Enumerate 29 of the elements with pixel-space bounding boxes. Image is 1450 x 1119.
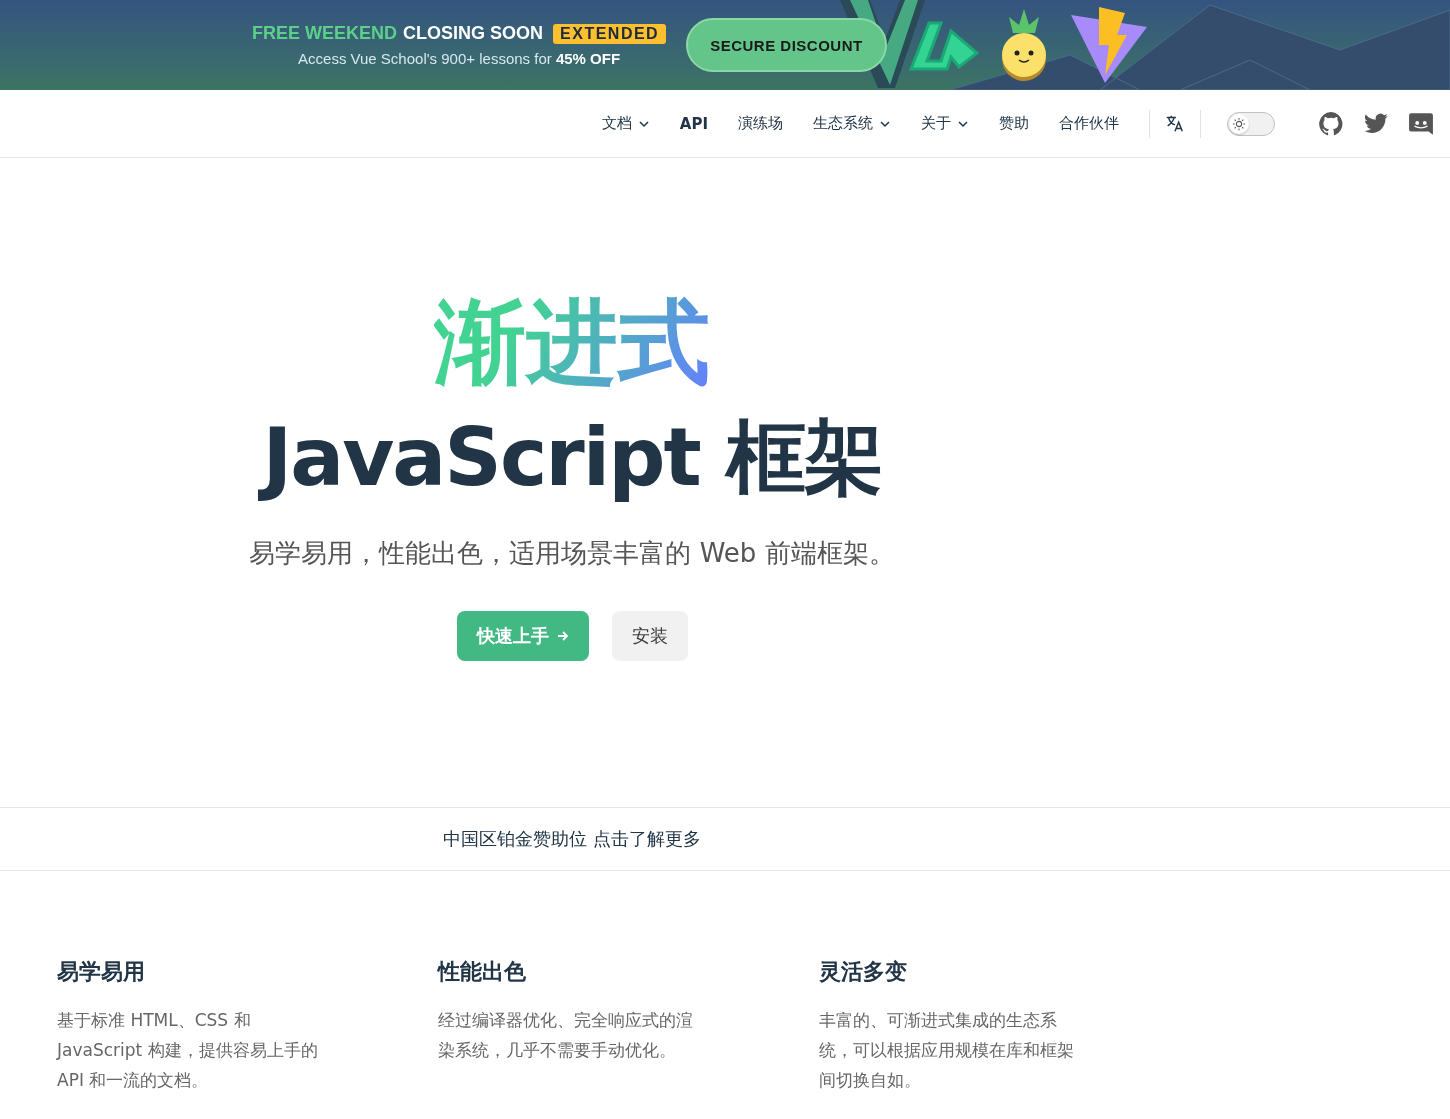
extended-badge: EXTENDED bbox=[553, 23, 667, 44]
sun-icon bbox=[1232, 116, 1246, 131]
hero-title: JavaScript 框架 bbox=[232, 398, 912, 518]
chat-bubble-icon[interactable] bbox=[1408, 110, 1434, 137]
banner-headline: FREE WEEKEND bbox=[252, 23, 397, 44]
theme-toggle[interactable] bbox=[1227, 111, 1275, 136]
nav-link[interactable]: 生态系统 bbox=[813, 114, 891, 133]
feature-text: 经过编译器优化、完全响应式的渲染系统，几乎不需要手动优化。 bbox=[438, 1009, 694, 1062]
nav-link[interactable]: 关于 bbox=[921, 114, 969, 133]
promo-banner[interactable]: FREE WEEKEND CLOSING SOON EXTENDED Access Vue School's 900+ lessons for 45% OFF SECURE DISCOUNT bbox=[0, 0, 1450, 90]
nav-link[interactable]: 文档 bbox=[601, 114, 650, 133]
secure-discount-button[interactable]: SECURE DISCOUNT bbox=[686, 18, 887, 72]
nav-link[interactable]: 合作伙伴 bbox=[1059, 114, 1119, 133]
github-icon[interactable] bbox=[1318, 110, 1344, 137]
feature-title: 灵活多变 bbox=[819, 958, 908, 986]
feature-text: 丰富的、可渐进式集成的生态系统，可以根据应用规模在库和框架间切换自如。 bbox=[819, 1009, 1075, 1092]
nav-link[interactable]: API bbox=[679, 114, 708, 133]
banner-headline: CLOSING SOON bbox=[403, 23, 544, 44]
nav-link[interactable]: 赞助 bbox=[999, 114, 1029, 133]
feature-title: 易学易用 bbox=[57, 958, 146, 986]
lightning-triangle-icon bbox=[1068, 5, 1149, 85]
feature-title: 性能出色 bbox=[438, 958, 527, 986]
feature-text: 基于标准 HTML、CSS 和 JavaScript 构建，提供容易上手的 API 和一流的文档。 bbox=[57, 1009, 319, 1092]
nav-link[interactable]: 演练场 bbox=[738, 114, 783, 133]
sponsor-link[interactable]: 中国区铂金赞助位 点击了解更多 bbox=[443, 828, 701, 849]
install-button[interactable]: 安装 bbox=[611, 611, 688, 661]
arrow-right-icon bbox=[556, 630, 569, 642]
banner-subtitle: Access Vue School's 900+ lessons for 45% OFF bbox=[298, 50, 621, 67]
hero-tagline: 易学易用，性能出色，适用场景丰富的 Web 前端框架。 bbox=[248, 537, 896, 570]
